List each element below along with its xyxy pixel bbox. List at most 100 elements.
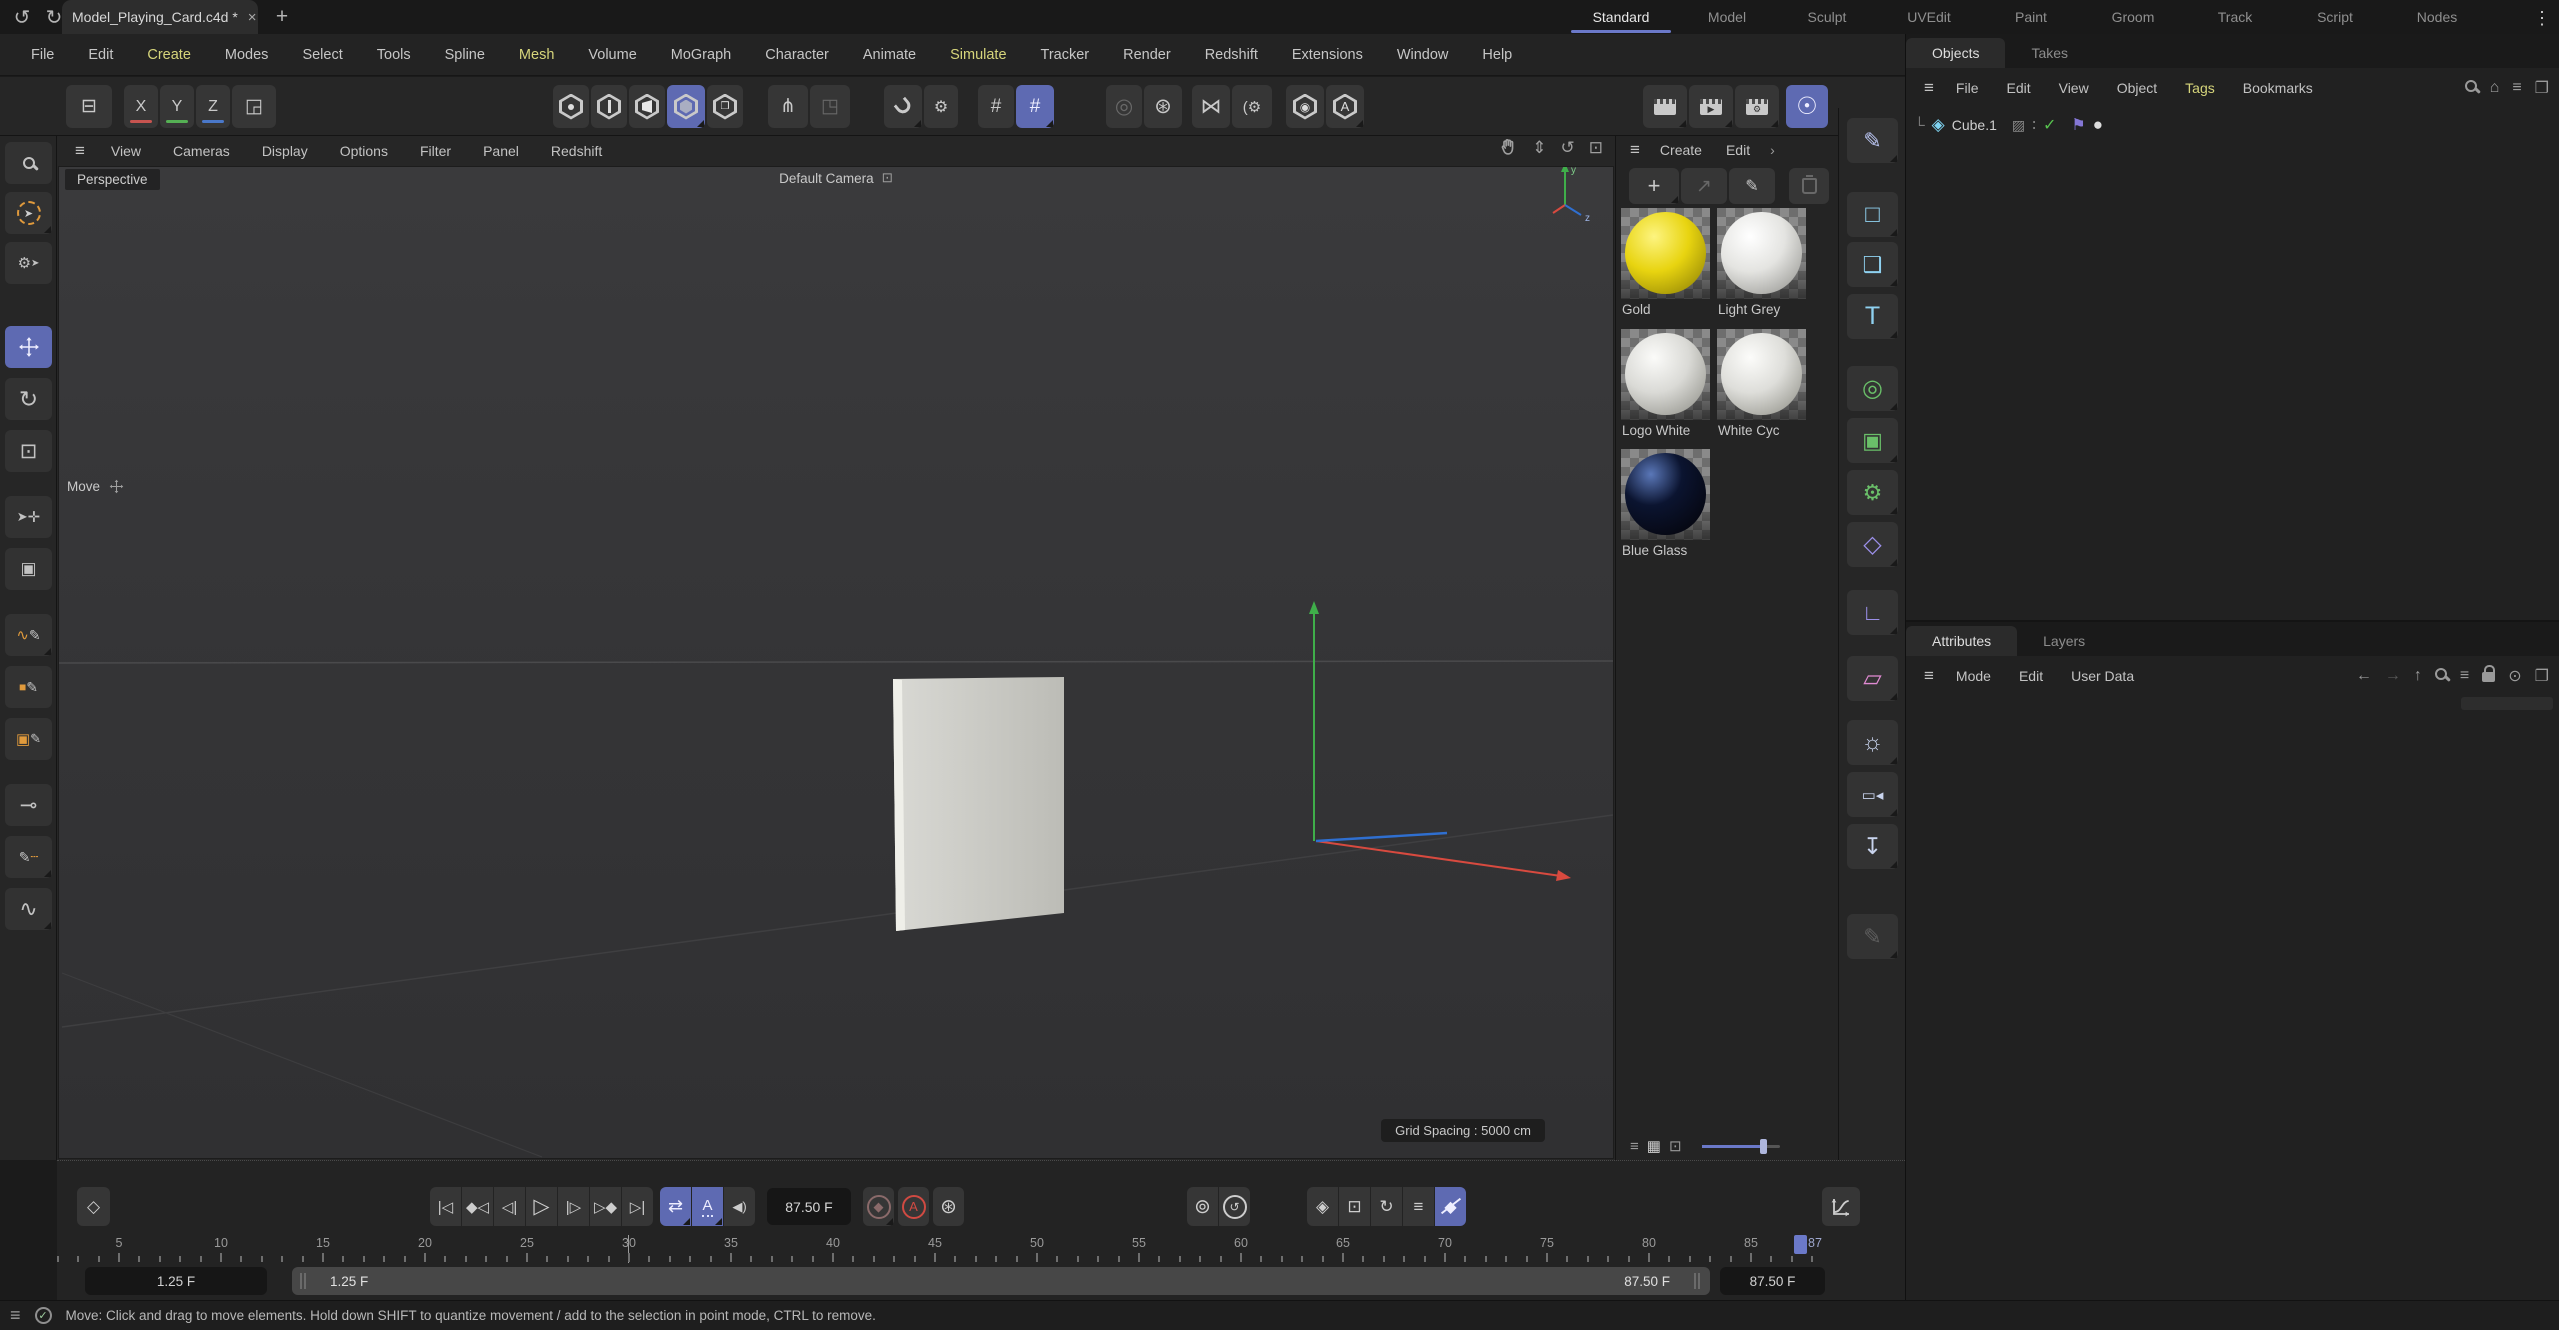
texture-tag-icon[interactable]: ● <box>2093 115 2103 135</box>
preview-range-bar[interactable]: 1.25 F 87.50 F <box>292 1267 1710 1295</box>
spline-pen-button[interactable]: ∿✎ <box>5 614 52 656</box>
polygons-mode-button[interactable] <box>629 85 665 128</box>
content-browser-button[interactable]: ⊟ <box>66 85 112 128</box>
menu-simulate[interactable]: Simulate <box>933 47 1023 63</box>
new-tab-button[interactable]: + <box>268 4 296 30</box>
snap-magnet-button[interactable] <box>884 85 922 128</box>
document-tab[interactable]: Model_Playing_Card.c4d * × <box>62 0 258 34</box>
points-mode-button[interactable] <box>553 85 589 128</box>
live-selection-button[interactable]: ➤ <box>5 192 52 234</box>
orbit-rotate-icon[interactable]: ↺ <box>1561 138 1575 158</box>
attributes-lock-icon[interactable] <box>2482 665 2495 687</box>
coordinate-system-icon[interactable]: ◲ <box>232 85 276 128</box>
thumbnail-size-slider[interactable] <box>1702 1145 1780 1148</box>
camera-settings-icon[interactable]: ⊡ <box>882 170 893 186</box>
layout-tab-standard[interactable]: Standard <box>1565 0 1677 34</box>
viewport-menu-panel[interactable]: Panel <box>467 143 535 159</box>
layout-tab-model[interactable]: Model <box>1677 0 1777 34</box>
next-key-button[interactable]: ▷◆ <box>590 1187 621 1226</box>
attributes-up-icon[interactable]: ↑ <box>2414 667 2422 685</box>
material-light-grey[interactable] <box>1717 208 1806 299</box>
menu-volume[interactable]: Volume <box>571 47 653 63</box>
range-start-field[interactable]: 1.25 F <box>85 1267 267 1295</box>
materials-menu-edit[interactable]: Edit <box>1714 142 1762 158</box>
play-button[interactable]: ▷ <box>526 1187 557 1226</box>
render-settings-button[interactable]: ⚙ <box>1735 85 1779 128</box>
smooth-spline-button[interactable]: ∿ <box>5 888 52 930</box>
deformer-button[interactable]: ◇ <box>1847 522 1898 567</box>
falloff-rings-icon[interactable]: ◎ <box>1106 85 1142 128</box>
attributes-search-icon[interactable] <box>2435 667 2447 685</box>
material-logo-white[interactable] <box>1621 329 1710 420</box>
status-hamburger-icon[interactable]: ≡ <box>10 1305 21 1326</box>
layout-tab-uvedit[interactable]: UVEdit <box>1877 0 1981 34</box>
menu-select[interactable]: Select <box>285 47 359 63</box>
attributes-hamburger-icon[interactable]: ≡ <box>1916 666 1942 686</box>
autokey-button[interactable]: A <box>898 1187 929 1226</box>
camera-object-button[interactable]: ▭◂ <box>1847 772 1898 817</box>
attributes-menu-userdata[interactable]: User Data <box>2057 668 2148 684</box>
tab-layers[interactable]: Layers <box>2017 626 2111 656</box>
rotate-tool-button[interactable]: ↻ <box>5 378 52 420</box>
auto-mode-button[interactable]: A <box>1326 85 1364 128</box>
range-end-field[interactable]: 87.50 F <box>1720 1267 1825 1295</box>
menu-tracker[interactable]: Tracker <box>1024 47 1107 63</box>
close-tab-icon[interactable]: × <box>248 9 257 26</box>
objects-menu-object[interactable]: Object <box>2103 80 2171 96</box>
text-object-button[interactable]: T <box>1847 294 1898 339</box>
keyframe-bar-button[interactable]: ◇ <box>77 1187 110 1226</box>
measure-tool-button[interactable]: ⊸ <box>5 784 52 826</box>
material-gold[interactable] <box>1621 208 1710 299</box>
key-mouse-button[interactable]: ⊚ <box>1187 1187 1218 1226</box>
menu-render[interactable]: Render <box>1106 47 1188 63</box>
materials-menu-create[interactable]: Create <box>1648 142 1714 158</box>
edges-mode-button[interactable] <box>591 85 627 128</box>
menu-spline[interactable]: Spline <box>428 47 502 63</box>
attributes-forward-icon[interactable]: → <box>2385 667 2401 685</box>
record-scale-toggle[interactable]: ⊡ <box>1339 1187 1370 1226</box>
objects-popout-icon[interactable]: ❐ <box>2535 78 2549 98</box>
timeline-ruler[interactable]: 5 10 15 20 25 30 35 40 45 50 55 60 65 70… <box>57 1235 1905 1265</box>
layout-tab-groom[interactable]: Groom <box>2081 0 2185 34</box>
undo-icon[interactable]: ↺ <box>8 4 36 30</box>
phong-tag-icon[interactable]: ⚑ <box>2071 115 2085 135</box>
loop-playback-button[interactable]: ⇄ <box>660 1187 691 1226</box>
material-picker-button[interactable]: ✎ <box>1729 168 1775 204</box>
arrange-objects-button[interactable]: ▣ <box>5 548 52 590</box>
viewport-menu-view[interactable]: View <box>95 143 157 159</box>
grid-button[interactable]: # <box>978 85 1014 128</box>
tab-objects[interactable]: Objects <box>1906 38 2005 68</box>
tab-takes[interactable]: Takes <box>2005 38 2094 68</box>
object-name[interactable]: Cube.1 <box>1952 117 1997 133</box>
render-picture-viewer-button[interactable]: ▶ <box>1689 85 1733 128</box>
attributes-popout-icon[interactable]: ❐ <box>2535 666 2549 686</box>
knife-tool-button[interactable]: ✎┄ <box>5 836 52 878</box>
spline-primitive-button[interactable]: □ <box>1847 192 1898 237</box>
editor-visibility-toggle[interactable]: ▨ <box>2012 117 2025 134</box>
workplane-button[interactable]: ◳ <box>810 85 850 128</box>
goto-start-button[interactable]: |◁ <box>430 1187 461 1226</box>
keyframe-selection-button[interactable]: ⊛ <box>933 1187 964 1226</box>
enable-axis-button[interactable]: ⋔ <box>768 85 808 128</box>
material-blue-glass[interactable] <box>1621 449 1710 540</box>
menu-redshift[interactable]: Redshift <box>1188 47 1275 63</box>
materials-hamburger-icon[interactable]: ≡ <box>1622 140 1648 160</box>
viewport-hamburger-icon[interactable]: ≡ <box>65 141 95 161</box>
layout-tab-sculpt[interactable]: Sculpt <box>1777 0 1877 34</box>
viewport-menu-redshift[interactable]: Redshift <box>535 143 618 159</box>
add-material-button[interactable]: + <box>1629 168 1679 204</box>
layout-tab-track[interactable]: Track <box>2185 0 2285 34</box>
objects-menu-tags[interactable]: Tags <box>2171 80 2229 96</box>
array-generator-button[interactable]: ▣ <box>1847 418 1898 463</box>
menu-create[interactable]: Create <box>130 47 208 63</box>
material-white-cyc[interactable] <box>1717 329 1806 420</box>
subdivision-surface-button[interactable]: ◎ <box>1847 366 1898 411</box>
record-pla-toggle[interactable]: ◆ <box>1435 1187 1466 1226</box>
viewport-menu-cameras[interactable]: Cameras <box>157 143 246 159</box>
viewport-menu-options[interactable]: Options <box>324 143 404 159</box>
cube-primitive-button[interactable]: ❑ <box>1847 242 1898 287</box>
object-row-cube1[interactable]: └ ◈ Cube.1 ▨ ∶ ✓ ⚑ ● <box>1914 110 2103 140</box>
objects-home-icon[interactable]: ⌂ <box>2490 79 2500 97</box>
viewport-solo-button[interactable]: ◉ <box>1286 85 1324 128</box>
detail-view-icon[interactable]: ⊡ <box>1669 1137 1682 1155</box>
